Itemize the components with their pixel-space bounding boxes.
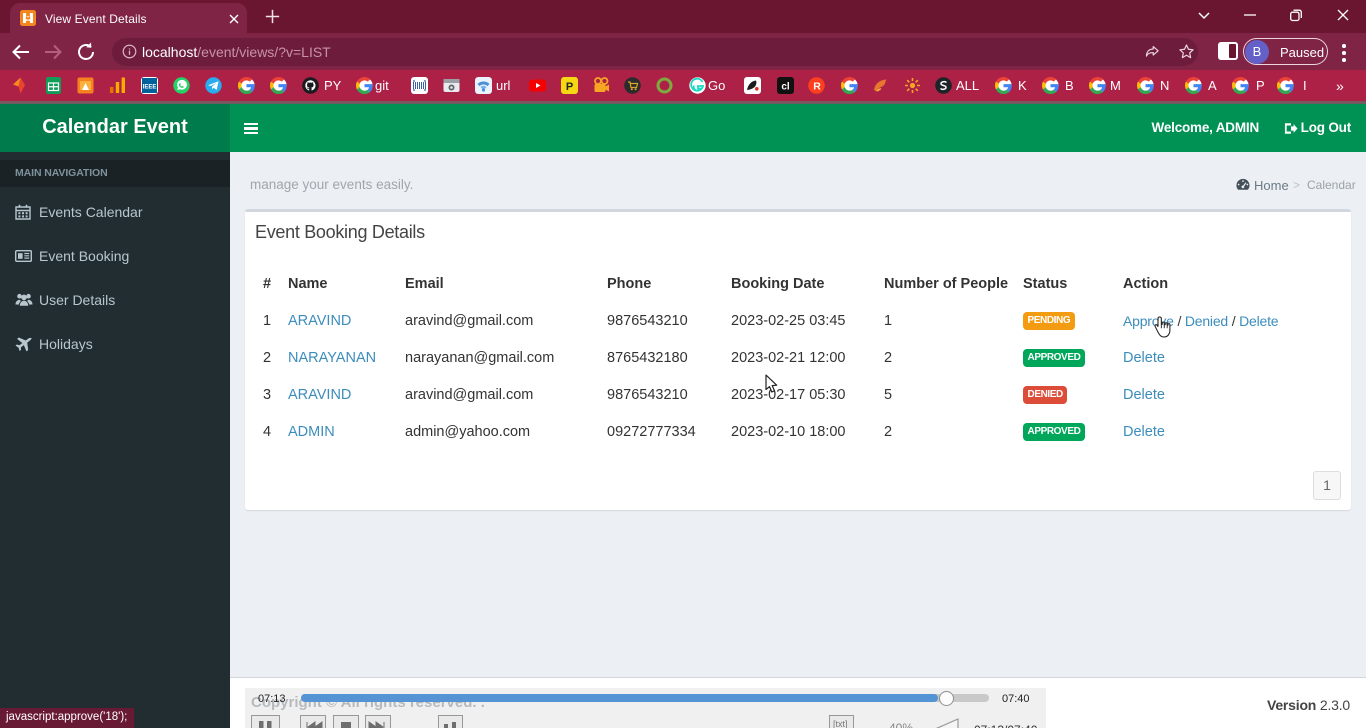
svg-text:R: R bbox=[813, 81, 821, 93]
svg-text:IEEE: IEEE bbox=[143, 85, 157, 91]
svg-text:cl: cl bbox=[781, 82, 790, 93]
svg-text:P: P bbox=[565, 81, 572, 93]
